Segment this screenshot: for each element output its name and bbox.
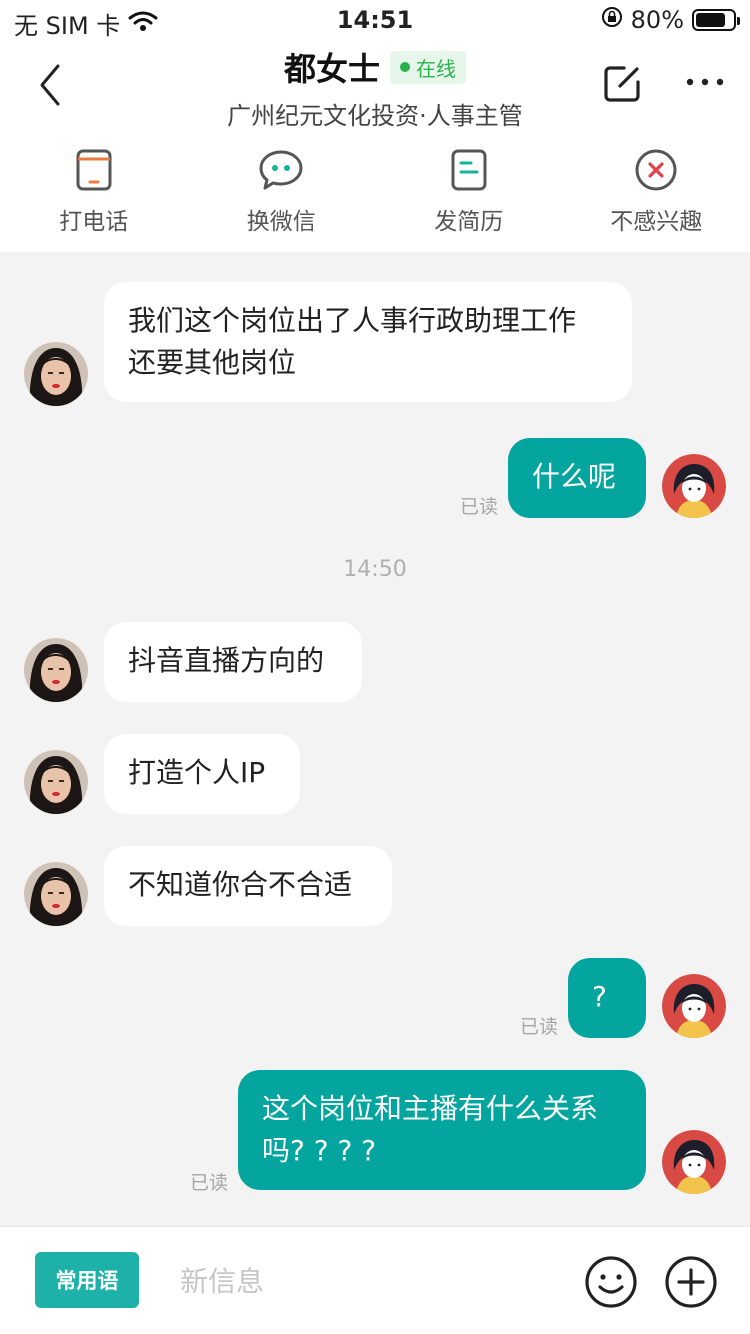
message-line: 这个岗位和主播有什么关系 [262,1092,599,1125]
online-status-badge: 在线 [390,50,466,84]
battery-percent: 80% [630,6,684,34]
orientation-lock-icon [601,6,623,34]
message-bubble-incoming[interactable]: 抖音直播方向的 [104,622,362,702]
chat-messages: 我们这个岗位出了人事行政助理工作 还要其他岗位 什么呢 已读 14:50 抖音直… [0,252,750,1226]
message-bubble-incoming[interactable]: 打造个人IP [104,734,300,814]
my-avatar[interactable] [662,1130,726,1194]
chat-header: 都女士 在线 广州纪元文化投资·人事主管 [0,40,750,130]
call-label: 打电话 [59,209,129,235]
emoji-button[interactable] [584,1255,638,1309]
send-resume-button[interactable]: 发简历 [375,130,563,252]
message-bubble-outgoing[interactable]: ? [568,958,646,1038]
common-phrases-button[interactable]: 常用语 [35,1252,139,1308]
emoji-icon [585,1256,637,1308]
message-line: 我们这个岗位出了人事行政助理工作 [128,304,577,337]
send-resume-label: 发简历 [434,209,504,235]
message-line: ? [592,980,607,1013]
status-bar: 无 SIM 卡 14:51 80% [0,0,750,40]
message-line: 什么呢 [532,460,617,493]
message-line: 吗? ? ? ? [262,1134,377,1167]
my-avatar[interactable] [662,974,726,1038]
my-avatar[interactable] [662,454,726,518]
read-receipt: 已读 [520,1016,559,1038]
more-icon [686,78,724,86]
message-line: 还要其他岗位 [128,346,297,379]
contact-avatar[interactable] [24,342,88,406]
message-bubble-outgoing[interactable]: 什么呢 [508,438,646,518]
message-line: 打造个人IP [128,756,266,789]
contact-name: 都女士 [283,50,380,88]
online-status-label: 在线 [416,56,456,81]
contact-avatar[interactable] [24,638,88,702]
edit-icon [604,66,640,102]
read-receipt: 已读 [460,496,499,518]
message-input[interactable] [160,1255,560,1307]
quick-actions: 打电话 换微信 发简历 不感兴趣 [0,130,750,252]
message-bubble-incoming[interactable]: 我们这个岗位出了人事行政助理工作 还要其他岗位 [104,282,632,402]
edit-button[interactable] [602,64,642,104]
more-options-button[interactable] [664,1255,718,1309]
plus-icon [665,1256,717,1308]
battery-icon [692,9,740,31]
chat-timestamp: 14:50 [343,557,407,582]
call-button[interactable]: 打电话 [0,130,188,252]
not-interested-icon [635,149,677,191]
message-input-bar: 常用语 [0,1226,750,1334]
exchange-wechat-label: 换微信 [246,209,316,235]
contact-avatar[interactable] [24,862,88,926]
more-button[interactable] [682,70,728,94]
not-interested-label: 不感兴趣 [610,209,703,235]
read-receipt: 已读 [190,1172,229,1194]
phone-icon [76,149,112,191]
message-bubble-outgoing[interactable]: 这个岗位和主播有什么关系 吗? ? ? ? [238,1070,646,1190]
contact-avatar[interactable] [24,750,88,814]
wechat-icon [259,150,303,190]
message-line: 不知道你合不合适 [128,868,353,901]
not-interested-button[interactable]: 不感兴趣 [563,130,750,252]
message-line: 抖音直播方向的 [128,644,325,677]
resume-icon [451,149,487,191]
online-dot-icon [400,62,410,72]
exchange-wechat-button[interactable]: 换微信 [188,130,376,252]
message-bubble-incoming[interactable]: 不知道你合不合适 [104,846,392,926]
